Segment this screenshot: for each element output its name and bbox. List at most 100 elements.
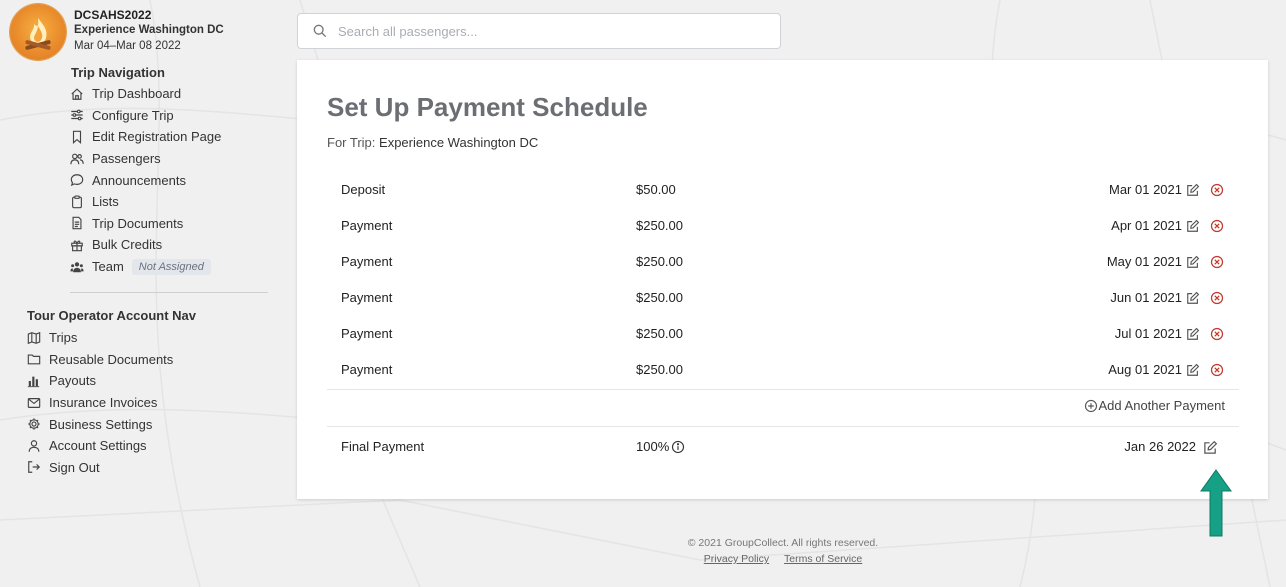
- team-status-badge: Not Assigned: [131, 258, 211, 275]
- nav-label: Passengers: [92, 151, 161, 167]
- payment-name: Payment: [341, 362, 393, 377]
- nav-label: Reusable Documents: [49, 351, 174, 367]
- subtitle-prefix: For Trip:: [327, 135, 376, 150]
- payment-amount: $250.00: [636, 326, 683, 341]
- folder-icon: [27, 354, 41, 365]
- chat-bubble-icon: [70, 174, 84, 187]
- edit-icon[interactable]: [1186, 183, 1200, 197]
- annotation-arrow-icon: [1200, 469, 1232, 537]
- delete-icon[interactable]: [1210, 183, 1224, 197]
- final-payment-date: Jan 26 2022: [1124, 439, 1196, 454]
- trip-nav-title: Trip Navigation: [71, 65, 165, 80]
- nav-reusable-documents[interactable]: Reusable Documents: [27, 349, 173, 371]
- add-payment-button[interactable]: Add Another Payment: [1084, 398, 1225, 413]
- nav-announcements[interactable]: Announcements: [70, 169, 221, 191]
- trip-code: DCSAHS2022: [74, 8, 152, 22]
- nav-passengers[interactable]: Passengers: [70, 148, 221, 170]
- nav-label: Business Settings: [49, 416, 153, 432]
- final-payment-name: Final Payment: [341, 439, 425, 454]
- payment-name: Payment: [341, 254, 393, 269]
- edit-icon[interactable]: [1186, 291, 1200, 305]
- payment-amount: $250.00: [636, 218, 683, 233]
- final-payment-row: Final Payment 100% Jan 26 2022: [327, 427, 1239, 467]
- delete-icon[interactable]: [1210, 291, 1224, 305]
- map-icon: [27, 331, 41, 344]
- payment-row: Payment $250.00 Aug 01 2021: [327, 351, 1239, 387]
- copyright-text: © 2021 GroupCollect. All rights reserved…: [687, 537, 879, 549]
- delete-icon[interactable]: [1210, 255, 1224, 269]
- nav-label: Account Settings: [49, 438, 147, 454]
- payment-schedule-card: Set Up Payment Schedule For Trip: Experi…: [297, 60, 1268, 499]
- nav-edit-registration-page[interactable]: Edit Registration Page: [70, 126, 221, 148]
- info-icon[interactable]: [671, 440, 685, 454]
- payment-date: Jun 01 2021: [1110, 290, 1182, 305]
- delete-icon[interactable]: [1210, 219, 1224, 233]
- nav-team[interactable]: Team Not Assigned: [70, 256, 221, 278]
- payment-date: Apr 01 2021: [1111, 218, 1182, 233]
- operator-nav: Trips Reusable Documents Payouts Insuran…: [27, 327, 173, 478]
- trip-header: DCSAHS2022 Experience Washington DC Mar …: [10, 4, 224, 60]
- delete-icon[interactable]: [1210, 363, 1224, 377]
- nav-bulk-credits[interactable]: Bulk Credits: [70, 234, 221, 256]
- nav-sign-out[interactable]: Sign Out: [27, 457, 173, 479]
- payment-name: Payment: [341, 218, 393, 233]
- payment-amount: $250.00: [636, 254, 683, 269]
- privacy-policy-link[interactable]: Privacy Policy: [704, 553, 769, 565]
- footer: © 2021 GroupCollect. All rights reserved…: [583, 537, 983, 565]
- edit-icon[interactable]: [1186, 363, 1200, 377]
- search-box: [297, 13, 781, 49]
- nav-configure-trip[interactable]: Configure Trip: [70, 105, 221, 127]
- nav-label: Payouts: [49, 373, 96, 389]
- payment-date: Aug 01 2021: [1108, 362, 1182, 377]
- subtitle-trip-name: Experience Washington DC: [379, 135, 539, 150]
- nav-divider: [70, 292, 268, 293]
- payment-row: Payment $250.00 May 01 2021: [327, 243, 1239, 279]
- nav-insurance-invoices[interactable]: Insurance Invoices: [27, 392, 173, 414]
- add-payment-label: Add Another Payment: [1098, 398, 1225, 413]
- nav-label: Announcements: [92, 172, 186, 188]
- clipboard-icon: [72, 195, 82, 209]
- nav-business-settings[interactable]: Business Settings: [27, 413, 173, 435]
- sign-out-icon: [28, 461, 41, 474]
- nav-trips[interactable]: Trips: [27, 327, 173, 349]
- nav-label: Bulk Credits: [92, 237, 163, 253]
- nav-label: Configure Trip: [92, 107, 174, 123]
- payment-date: Mar 01 2021: [1109, 182, 1182, 197]
- search-input[interactable]: [336, 22, 760, 40]
- terms-of-service-link[interactable]: Terms of Service: [784, 553, 862, 565]
- operator-nav-title: Tour Operator Account Nav: [27, 308, 197, 323]
- nav-lists[interactable]: Lists: [70, 191, 221, 213]
- edit-icon[interactable]: [1186, 255, 1200, 269]
- divider: [327, 389, 1239, 390]
- document-icon: [72, 217, 82, 230]
- nav-trip-dashboard[interactable]: Trip Dashboard: [70, 83, 221, 105]
- nav-trip-documents[interactable]: Trip Documents: [70, 213, 221, 235]
- nav-label: Trips: [49, 330, 78, 346]
- payment-amount: $50.00: [636, 182, 676, 197]
- payment-name: Deposit: [341, 182, 386, 197]
- delete-icon[interactable]: [1210, 327, 1224, 341]
- gear-icon: [28, 418, 40, 430]
- nav-label: Sign Out: [49, 459, 100, 475]
- bar-chart-icon: [27, 376, 40, 388]
- nav-label: Edit Registration Page: [92, 129, 222, 145]
- payment-row: Payment $250.00 Apr 01 2021: [327, 207, 1239, 243]
- edit-icon[interactable]: [1186, 219, 1200, 233]
- payment-row: Payment $250.00 Jun 01 2021: [327, 279, 1239, 315]
- envelope-icon: [27, 397, 41, 408]
- payment-list: Deposit $50.00 Mar 01 2021 Payment $250.…: [327, 171, 1239, 387]
- nav-account-settings[interactable]: Account Settings: [27, 435, 173, 457]
- nav-label: Trip Dashboard: [92, 86, 182, 102]
- nav-label: Trip Documents: [92, 215, 184, 231]
- nav-payouts[interactable]: Payouts: [27, 370, 173, 392]
- final-payment-percent: 100%: [636, 439, 670, 454]
- team-icon: [70, 261, 84, 272]
- edit-icon[interactable]: [1203, 440, 1218, 455]
- edit-icon[interactable]: [1186, 327, 1200, 341]
- sliders-icon: [71, 110, 83, 121]
- trip-subtitle: For Trip: Experience Washington DC: [327, 135, 538, 150]
- user-icon: [28, 439, 40, 452]
- nav-label: Insurance Invoices: [49, 395, 158, 411]
- payment-row: Deposit $50.00 Mar 01 2021: [327, 171, 1239, 207]
- trip-avatar-campfire-icon[interactable]: [10, 4, 66, 60]
